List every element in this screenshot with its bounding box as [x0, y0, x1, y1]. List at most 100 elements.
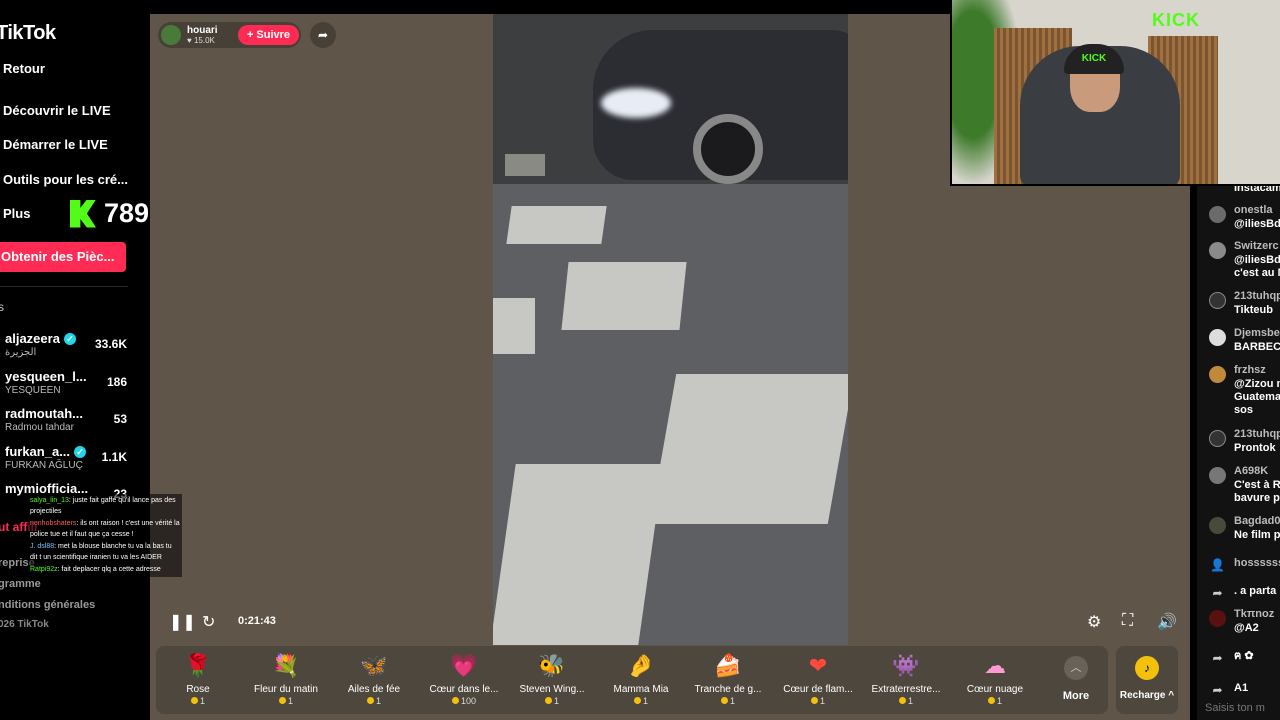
verified-icon: ✓ [63, 332, 76, 345]
gift-item[interactable]: 👾 Extraterrestre... 1 [862, 652, 950, 706]
nav-discover-live[interactable]: Découvrir le LIVE [3, 103, 111, 118]
rose-icon: 🌹 [184, 653, 212, 678]
more-gifts-button[interactable]: ︿ More [1056, 656, 1096, 702]
chat-username[interactable]: 213tuhqp [1234, 428, 1280, 440]
copyright: 026 TikTok [0, 619, 49, 630]
coin-icon [366, 697, 374, 704]
share-arrow-icon: ➦ [1212, 586, 1223, 600]
avatar[interactable] [1209, 242, 1226, 259]
viewer-count: 186 [106, 375, 127, 389]
chat-input[interactable]: Saisis ton m [1205, 702, 1265, 714]
gift-name: Rose [186, 684, 210, 695]
gift-item[interactable]: 🦋 Ailes de fée 1 [330, 652, 418, 706]
chat-username[interactable]: A698K [1234, 465, 1268, 477]
streamer-webcam: KICK KICK [950, 0, 1280, 186]
avatar[interactable] [1209, 517, 1226, 534]
nav-more[interactable]: Plus [3, 206, 30, 221]
video-car-headlight [601, 88, 671, 118]
overlay-chat-line: Ratpi92z: fait deplacer qlq a cette adre… [30, 566, 161, 573]
refresh-icon[interactable]: ↻ [202, 612, 215, 632]
avatar[interactable] [1209, 610, 1226, 627]
tiktok-logo[interactable]: TikTok [0, 22, 56, 45]
share-icon[interactable]: ➦ [310, 22, 336, 48]
chat-text: ฅ ✿ [1234, 650, 1254, 662]
gift-item[interactable]: 💐 Fleur du matin 1 [242, 652, 330, 706]
chat-username[interactable]: 213tuhqp [1234, 290, 1280, 302]
footer-link[interactable]: nditions générales [0, 599, 95, 611]
butterfly-icon: 🦋 [360, 653, 388, 678]
account-name: furkan_a... [5, 444, 71, 459]
gift-price: 1 [154, 696, 242, 706]
chat-text: A1 [1234, 682, 1249, 694]
avatar[interactable] [1209, 206, 1226, 223]
gift-item[interactable]: 🤌 Mamma Mia 1 [597, 652, 685, 706]
account-item[interactable]: aljazeera ✓ الجزيرة 33.6K [5, 331, 145, 358]
chat-text: C'est à Rbavure p [1234, 479, 1280, 504]
chat-text: @iliesBdz [1234, 218, 1280, 230]
nav-back[interactable]: Retour [3, 61, 45, 76]
chat-username[interactable]: onestla [1234, 204, 1273, 216]
gift-item[interactable]: 🍰 Tranche de g... 1 [684, 652, 772, 706]
gift-item[interactable]: 💗 Cœur dans le... 100 [420, 652, 508, 706]
chat-text: @iliesBdzc'est au M [1234, 254, 1280, 279]
avatar[interactable] [1209, 366, 1226, 383]
gift-name: Fleur du matin [254, 684, 318, 695]
gift-price: 1 [951, 696, 1039, 706]
gift-price: 1 [862, 696, 950, 706]
host-info[interactable]: houari ♥ 15.0K + Suivre [158, 22, 301, 48]
pause-icon[interactable]: ❚❚ [169, 612, 196, 632]
chat-username[interactable]: Bagdad0 [1234, 515, 1280, 527]
video-stream[interactable] [493, 14, 848, 645]
gift-price: 1 [597, 696, 685, 706]
more-label: More [1062, 690, 1090, 702]
gift-name: Extraterrestre... [871, 684, 941, 695]
heart-box-icon: 💗 [450, 653, 478, 678]
chat-text: @A2 [1234, 622, 1259, 634]
avatar[interactable] [1209, 292, 1226, 309]
chat-username[interactable]: Tkπnoz [1234, 608, 1274, 620]
get-coins-button[interactable]: Obtenir des Pièc... [0, 242, 126, 272]
chat-text: Tikteub [1234, 304, 1273, 316]
chat-username[interactable]: Switzerc [1234, 240, 1279, 252]
coin-icon [633, 697, 641, 704]
recharge-button[interactable]: ♪ Recharge ^ [1116, 646, 1178, 714]
avatar[interactable] [1209, 467, 1226, 484]
nav-start-live[interactable]: Démarrer le LIVE [3, 137, 108, 152]
viewer-count: 1.1K [101, 450, 127, 464]
follow-button[interactable]: + Suivre [238, 25, 299, 45]
kick-viewer-counter: 789 [70, 198, 149, 229]
chat-username[interactable]: hossssss [1234, 557, 1280, 569]
gift-item[interactable]: ☁ Cœur nuage 1 [951, 652, 1039, 706]
chat-username[interactable]: Djemsbe [1234, 327, 1280, 339]
gift-bar: 🌹 Rose 1 💐 Fleur du matin 1 🦋 Ailes de f… [156, 646, 1108, 714]
account-item[interactable]: furkan_a... ✓ FURKAN AĞLUÇ 1.1K [5, 444, 145, 471]
avatar[interactable] [1209, 430, 1226, 447]
gift-item[interactable]: 🌹 Rose 1 [154, 652, 242, 706]
volume-icon[interactable]: 🔊 [1157, 612, 1177, 632]
gift-name: Steven Wing... [519, 684, 585, 695]
account-item[interactable]: yesqueen_l... YESQUEEN 186 [5, 369, 145, 396]
crosswalk-stripe [561, 262, 687, 330]
nav-creator-tools[interactable]: Outils pour les cré... [3, 172, 128, 187]
account-item[interactable]: radmoutah... Radmou tahdar 53 [5, 406, 145, 433]
live-chat: Instacam onestla @iliesBdz Switzerc @ili… [1197, 186, 1280, 720]
fullscreen-icon[interactable]: ⛶ [1122, 612, 1133, 630]
share-arrow-icon: ➦ [1212, 683, 1223, 697]
coin-icon [810, 697, 818, 704]
host-avatar[interactable] [161, 25, 181, 45]
gift-item[interactable]: ❤ Cœur de flam... 1 [774, 652, 862, 706]
gift-price: 1 [508, 696, 596, 706]
recharge-label: Recharge ^ [1119, 690, 1175, 701]
footer-link[interactable]: gramme [0, 578, 41, 590]
chat-text: . a parta [1234, 585, 1277, 597]
chat-username[interactable]: frzhsz [1234, 364, 1266, 376]
settings-icon[interactable]: ⚙ [1087, 612, 1101, 632]
gift-price: 1 [774, 696, 862, 706]
account-name: aljazeera [5, 331, 60, 346]
gift-item[interactable]: 🐝 Steven Wing... 1 [508, 652, 596, 706]
video-car-wheel [693, 114, 763, 184]
chat-text: Ne film p [1234, 529, 1280, 541]
section-title: s [0, 300, 4, 314]
avatar[interactable] [1209, 329, 1226, 346]
gift-price: 1 [242, 696, 330, 706]
